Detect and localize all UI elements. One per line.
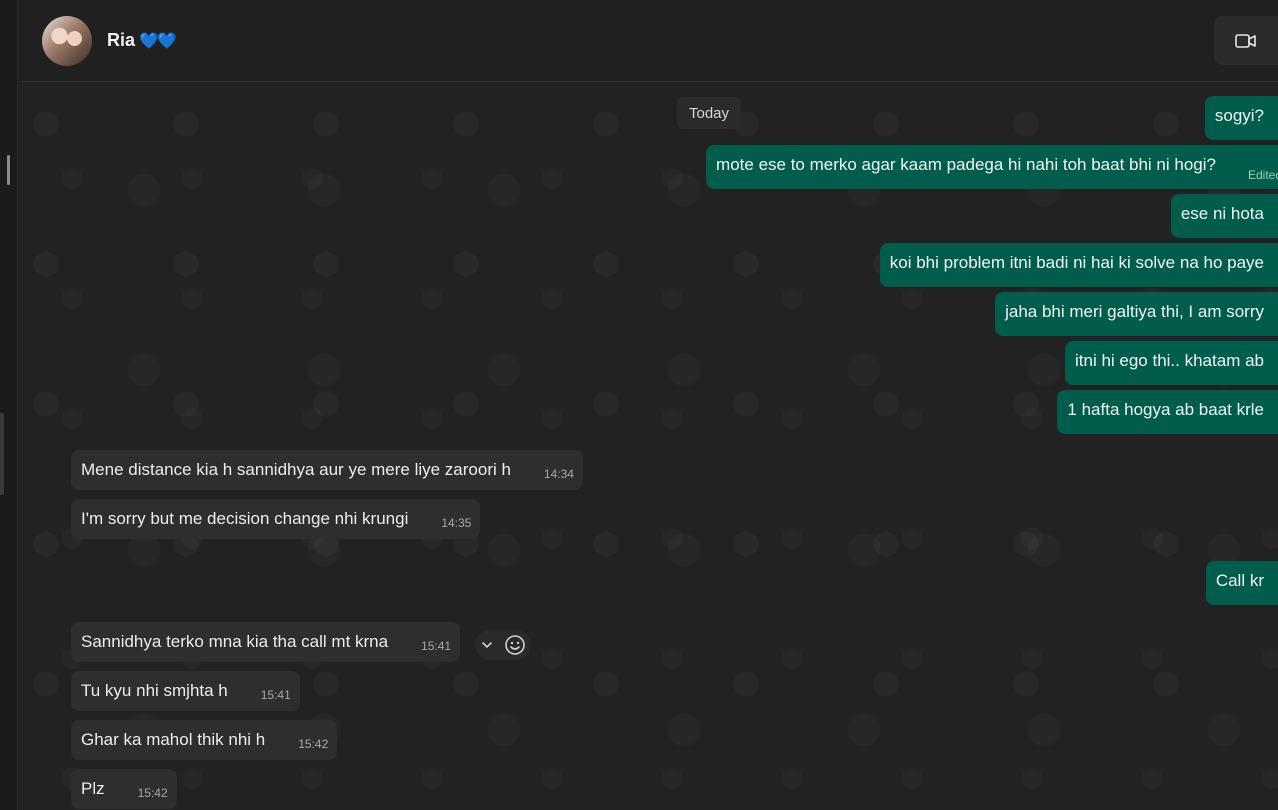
message-time: 15:42 <box>137 786 168 800</box>
message-time: 14:35 <box>441 516 472 530</box>
incoming-message[interactable]: Sannidhya terko mna kia tha call mt krna… <box>71 622 461 662</box>
message-text: Ghar ka mahol thik nhi h <box>81 730 266 749</box>
message-text: itni hi ego thi.. khatam ab <box>1074 351 1264 370</box>
incoming-message[interactable]: I'm sorry but me decision change nhi kru… <box>71 499 481 539</box>
emoji-smile-icon[interactable] <box>504 634 526 656</box>
message-text: jaha bhi meri galtiya thi, I am sorry <box>1005 302 1264 321</box>
incoming-message[interactable]: Ghar ka mahol thik nhi h 15:42 <box>71 720 338 760</box>
message-text: sogyi? <box>1214 106 1264 125</box>
message-time: 15:41 <box>260 688 291 702</box>
chat-header: Ria 💙💙 <box>18 0 1278 82</box>
message-text: mote ese to merko agar kaam padega hi na… <box>716 155 1216 174</box>
rail-handle[interactable] <box>0 413 4 495</box>
incoming-message[interactable]: Mene distance kia h sannidhya aur ye mer… <box>71 450 583 490</box>
message-time: 15:41 <box>421 639 452 653</box>
rail-indicator <box>7 155 10 185</box>
message-text: I'm sorry but me decision change nhi kru… <box>81 509 409 528</box>
heart-emoji-icons: 💙💙 <box>139 33 177 50</box>
outgoing-message[interactable]: jaha bhi meri galtiya thi, I am sorry <box>995 292 1278 336</box>
video-camera-icon <box>1235 33 1256 48</box>
edited-label: Edited <box>1247 168 1278 182</box>
message-text: ese ni hota <box>1180 204 1264 223</box>
outgoing-message[interactable]: itni hi ego thi.. khatam ab <box>1064 341 1278 385</box>
message-text: Sannidhya terko mna kia tha call mt krna <box>81 632 389 651</box>
message-text: Plz <box>81 779 105 798</box>
video-call-button[interactable] <box>1214 16 1278 65</box>
outgoing-message[interactable]: Call kr <box>1205 561 1278 605</box>
contact-name-text: Ria <box>107 30 136 50</box>
message-text: Tu kyu nhi smjhta h <box>81 681 228 700</box>
message-time: 15:42 <box>298 737 329 751</box>
avatar[interactable] <box>42 16 92 66</box>
outgoing-message[interactable]: sogyi? <box>1204 96 1278 140</box>
message-text: 1 hafta hogya ab baat krle <box>1067 400 1264 419</box>
message-text: Mene distance kia h sannidhya aur ye mer… <box>81 460 511 479</box>
incoming-message[interactable]: Tu kyu nhi smjhta h 15:41 <box>71 671 300 711</box>
date-divider: Today <box>677 97 742 129</box>
outgoing-message[interactable]: ese ni hota <box>1170 194 1278 238</box>
left-rail <box>0 0 18 810</box>
outgoing-message[interactable]: 1 hafta hogya ab baat krle <box>1057 390 1278 434</box>
message-text: Call kr <box>1215 571 1264 590</box>
chevron-down-icon[interactable] <box>480 638 494 652</box>
contact-name[interactable]: Ria 💙💙 <box>107 30 177 51</box>
incoming-message[interactable]: Plz 15:42 <box>71 769 177 809</box>
outgoing-message[interactable]: mote ese to merko agar kaam padega hi na… <box>706 145 1278 189</box>
message-time: 14:34 <box>543 467 574 481</box>
message-text: koi bhi problem itni badi ni hai ki solv… <box>889 253 1264 272</box>
outgoing-message[interactable]: koi bhi problem itni badi ni hai ki solv… <box>879 243 1278 287</box>
message-actions <box>475 630 531 660</box>
